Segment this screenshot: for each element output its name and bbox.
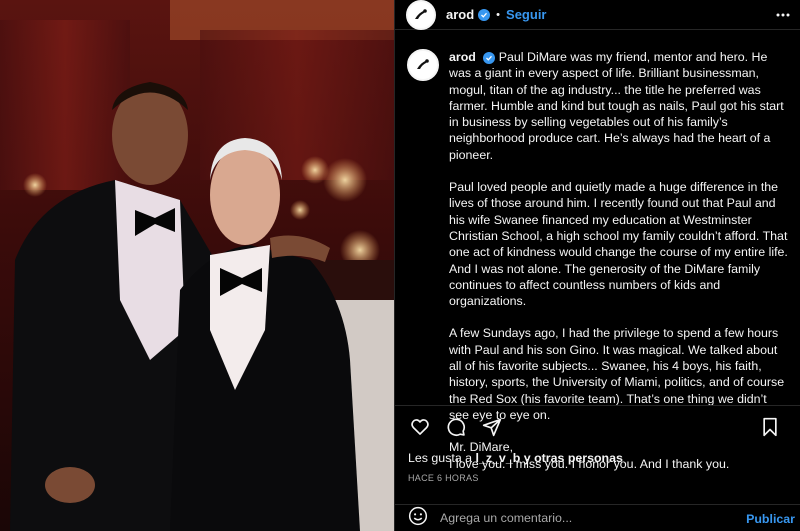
comment-button[interactable]	[443, 414, 469, 440]
verified-badge-icon	[483, 52, 496, 64]
post-actions	[395, 405, 800, 447]
send-icon	[482, 418, 502, 436]
save-button[interactable]	[757, 414, 783, 440]
batter-logo-icon	[413, 55, 433, 75]
post-timestamp[interactable]: HACE 6 HORAS	[408, 473, 479, 483]
post-header: arod • Seguir	[395, 0, 800, 30]
caption-paragraph: arod Paul DiMare was my friend, mentor a…	[449, 49, 789, 163]
caption-paragraph-1: Paul DiMare was my friend, mentor and he…	[449, 50, 784, 162]
comment-icon	[447, 418, 466, 436]
header-separator: •	[496, 8, 501, 21]
comment-bar: Publicar	[395, 504, 800, 531]
profile-avatar[interactable]	[406, 0, 436, 30]
likes-user-link[interactable]: l_z_v_b	[476, 451, 521, 465]
post-comment-button[interactable]: Publicar	[746, 512, 795, 526]
comment-input[interactable]	[440, 511, 730, 525]
share-button[interactable]	[479, 414, 505, 440]
batter-logo-icon	[411, 4, 431, 25]
verified-badge-icon	[478, 8, 491, 21]
post-photo[interactable]	[0, 0, 394, 531]
bookmark-icon	[763, 417, 777, 437]
more-horizontal-icon[interactable]	[775, 7, 791, 28]
caption-section: arod Paul DiMare was my friend, mentor a…	[395, 40, 800, 471]
caption-paragraph-2: Paul loved people and quietly made a hug…	[449, 180, 788, 309]
caption-username[interactable]: arod	[449, 50, 476, 64]
follow-button[interactable]: Seguir	[506, 7, 546, 22]
likes-prefix: Les gusta a	[408, 451, 476, 465]
post-photo-image	[0, 0, 394, 531]
heart-icon	[411, 418, 429, 435]
emoji-icon[interactable]	[408, 506, 428, 531]
caption-avatar[interactable]	[407, 49, 439, 81]
likes-summary: Les gusta a l_z_v_b y otras personas	[408, 451, 623, 465]
caption-text: arod Paul DiMare was my friend, mentor a…	[449, 49, 789, 471]
header-username[interactable]: arod	[446, 7, 474, 22]
like-button[interactable]	[407, 414, 433, 440]
post-details-panel: arod • Seguir arod Paul DiMare was my fr…	[394, 0, 800, 531]
likes-others-link[interactable]: y otras personas	[520, 451, 623, 465]
